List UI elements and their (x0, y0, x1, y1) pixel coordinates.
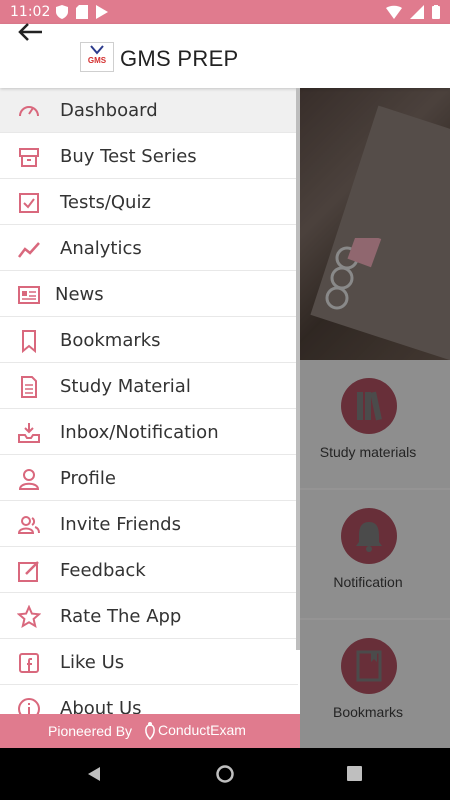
drawer-item-label: News (55, 284, 104, 305)
status-bar: 11:02 (0, 0, 450, 24)
drawer-item-label: About Us (60, 698, 142, 714)
drawer-item-bookmarks[interactable]: Bookmarks (0, 318, 298, 363)
signal-icon (410, 5, 424, 19)
drawer-item-label: Rate The App (60, 606, 182, 627)
drawer-item-label: Tests/Quiz (60, 192, 151, 213)
document-icon (21, 376, 37, 398)
conductexam-logo-icon (145, 722, 155, 741)
edit-icon (18, 561, 39, 582)
checklist-icon (19, 193, 39, 213)
drawer-item-label: Inbox/Notification (60, 422, 219, 443)
drawer-item-label: Profile (60, 468, 116, 489)
drawer-scrollbar[interactable] (296, 88, 300, 650)
battery-icon (432, 5, 440, 19)
drawer-item-label: Buy Test Series (60, 146, 197, 167)
footer-brand: ConductExam (158, 722, 246, 738)
users-icon (17, 516, 40, 534)
svg-text:GMS: GMS (88, 56, 107, 65)
drawer-item-about-us[interactable]: About Us (0, 686, 298, 714)
drawer-item-study-material[interactable]: Study Material (0, 364, 298, 409)
drawer-item-tests-quiz[interactable]: Tests/Quiz (0, 180, 298, 225)
nav-home-icon[interactable] (216, 765, 234, 783)
nav-back-icon[interactable] (86, 766, 102, 782)
drawer-item-label: Study Material (60, 376, 191, 397)
newspaper-icon (18, 286, 40, 304)
drawer-item-dashboard[interactable]: Dashboard (0, 88, 298, 133)
back-arrow-icon[interactable] (14, 18, 46, 46)
drawer-item-label: Feedback (60, 560, 146, 581)
shield-icon (56, 5, 68, 19)
nav-recents-icon[interactable] (347, 766, 362, 781)
drawer-item-profile[interactable]: Profile (0, 456, 298, 501)
drawer-item-label: Bookmarks (60, 330, 161, 351)
drawer-item-invite-friends[interactable]: Invite Friends (0, 502, 298, 547)
drawer-item-feedback[interactable]: Feedback (0, 548, 298, 593)
drawer-item-inbox-notification[interactable]: Inbox/Notification (0, 410, 298, 455)
app-logo: GMS (80, 42, 114, 72)
drawer-item-label: Invite Friends (60, 514, 181, 535)
user-icon (18, 469, 40, 490)
drawer-item-label: Like Us (60, 652, 125, 673)
drawer-item-label: Dashboard (60, 100, 158, 121)
drawer-item-news[interactable]: News (0, 272, 298, 317)
info-icon (18, 698, 40, 714)
facebook-icon (19, 653, 39, 673)
navigation-drawer: Dashboard Buy Test Series Tests/Quiz Ana… (0, 88, 300, 714)
speedometer-icon (19, 106, 39, 117)
drawer-item-analytics[interactable]: Analytics (0, 226, 298, 271)
wifi-icon (386, 5, 402, 19)
drawer-item-like-us[interactable]: Like Us (0, 640, 298, 685)
drawer-item-buy-test-series[interactable]: Buy Test Series (0, 134, 298, 179)
drawer-footer: Pioneered By ConductExam (0, 714, 300, 748)
drawer-item-label: Analytics (60, 238, 142, 259)
system-navigation-bar (0, 748, 450, 800)
play-store-icon (96, 5, 108, 19)
footer-prefix: Pioneered By (48, 723, 133, 739)
sd-card-icon (76, 5, 88, 19)
bookmark-icon (22, 330, 36, 353)
drawer-item-rate-the-app[interactable]: Rate The App (0, 594, 298, 639)
app-title: GMS PREP (120, 46, 239, 71)
shopping-box-icon (19, 148, 39, 167)
trend-line-icon (18, 242, 40, 258)
inbox-download-icon (18, 423, 40, 443)
star-icon (17, 605, 41, 629)
